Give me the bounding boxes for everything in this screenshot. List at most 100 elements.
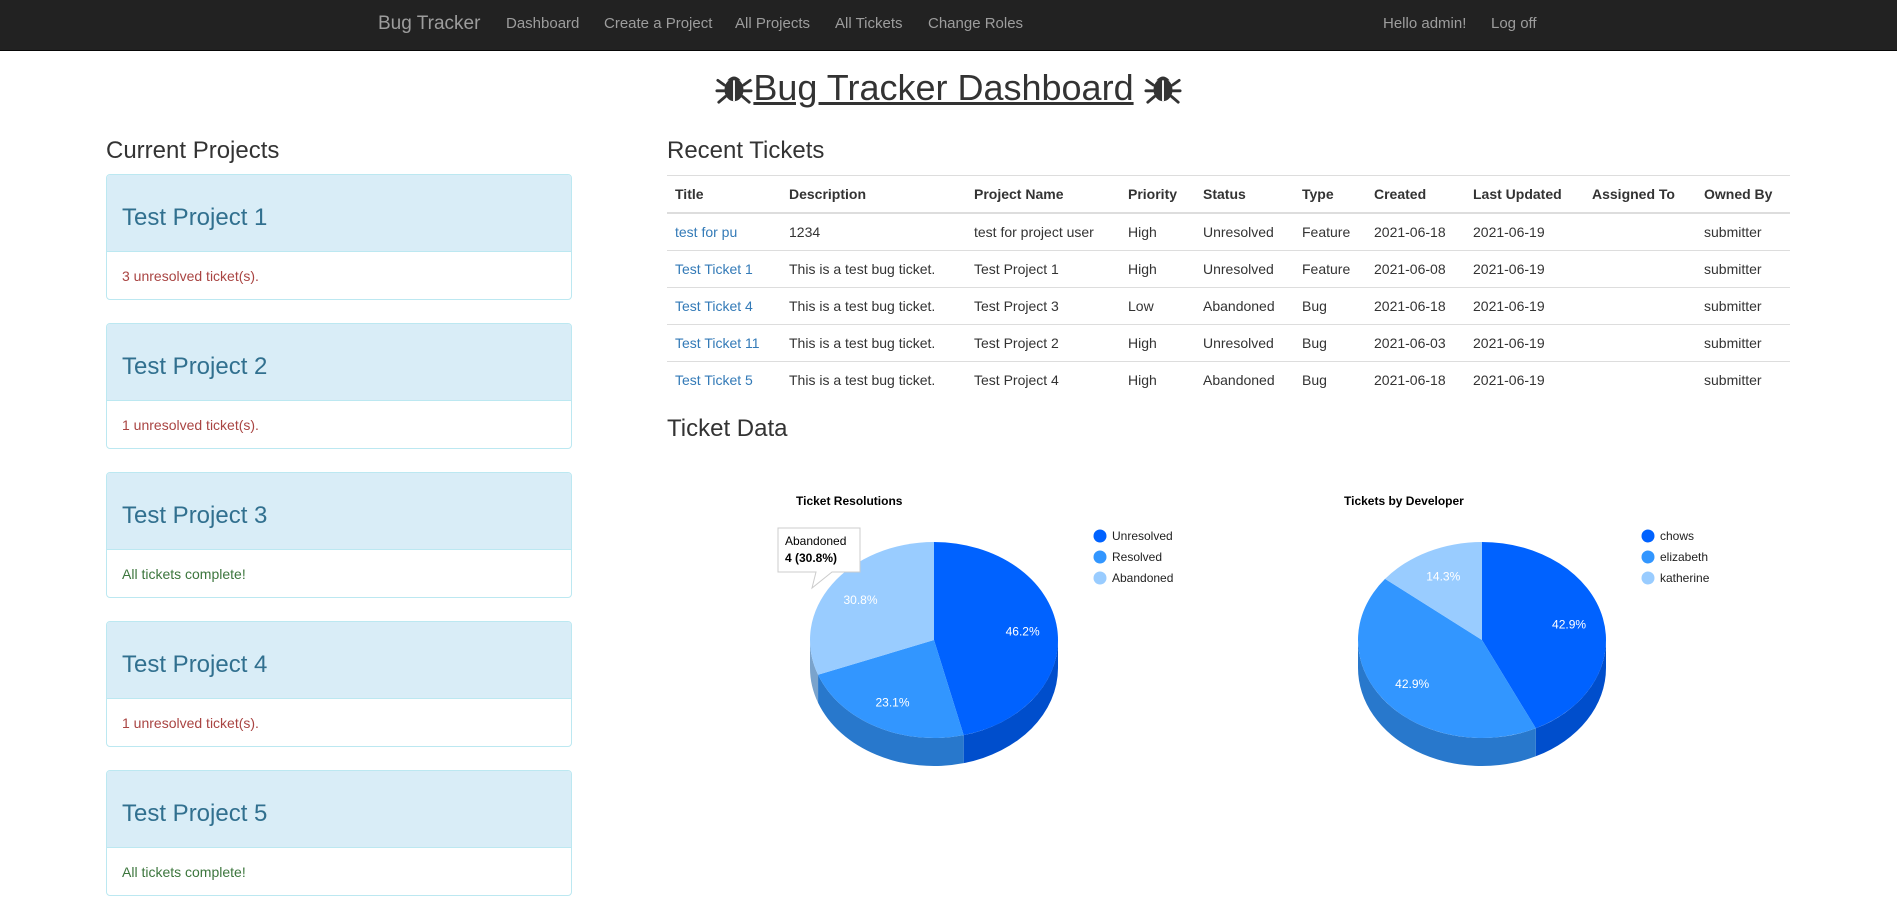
slice-percent-label: 23.1% bbox=[875, 695, 909, 709]
ticket-status: Abandoned bbox=[1203, 372, 1275, 388]
project-name[interactable]: Test Project 5 bbox=[122, 771, 571, 857]
ticket-created: 2021-06-18 bbox=[1374, 372, 1446, 388]
legend-label[interactable]: Abandoned bbox=[1112, 571, 1173, 585]
ticket-created: 2021-06-18 bbox=[1366, 287, 1465, 325]
slice-percent-label: 42.9% bbox=[1552, 617, 1586, 631]
legend-swatch bbox=[1093, 571, 1107, 585]
project-status: All tickets complete! bbox=[122, 864, 246, 880]
ticket-project: Test Project 4 bbox=[974, 372, 1059, 388]
column-header: Description bbox=[781, 175, 966, 214]
ticket-created: 2021-06-08 bbox=[1366, 250, 1465, 288]
project-panel-header: Test Project 3 bbox=[107, 473, 571, 550]
ticket-priority: High bbox=[1128, 372, 1157, 388]
brand-link[interactable]: Bug Tracker bbox=[378, 0, 480, 48]
table-row: Test Ticket 5 This is a test bug ticket.… bbox=[667, 362, 1790, 399]
ticket-data-heading: Ticket Data bbox=[667, 415, 788, 442]
ticket-owner: submitter bbox=[1696, 250, 1790, 288]
tickets-heading: Recent Tickets bbox=[667, 137, 825, 164]
table-row: Test Ticket 11 This is a test bug ticket… bbox=[667, 324, 1790, 362]
ticket-owner: submitter bbox=[1696, 324, 1790, 362]
table-row: test for pu 1234 test for project user H… bbox=[667, 213, 1790, 251]
ticket-title-link[interactable]: Test Ticket 1 bbox=[675, 261, 753, 277]
project-panel[interactable]: Test Project 5 All tickets complete! bbox=[106, 770, 572, 896]
ticket-title-link[interactable]: Test Ticket 4 bbox=[675, 298, 753, 314]
project-panel-header: Test Project 4 bbox=[107, 622, 571, 699]
ticket-status: Abandoned bbox=[1195, 287, 1294, 325]
project-name[interactable]: Test Project 1 bbox=[122, 175, 571, 261]
ticket-assigned bbox=[1584, 362, 1696, 399]
tickets-by-developer-chart: Tickets by Developer 42.9% 42.9% 14.3% chows… bbox=[1322, 480, 1882, 800]
tooltip-value: 4 (30.8%) bbox=[785, 551, 837, 565]
column-header: Project Name bbox=[966, 175, 1120, 214]
ticket-project: Test Project 2 bbox=[966, 324, 1120, 362]
ticket-created: 2021-06-03 bbox=[1366, 324, 1465, 362]
ticket-type: Bug bbox=[1294, 324, 1366, 362]
column-header: Assigned To bbox=[1584, 175, 1696, 214]
bug-icon bbox=[1144, 76, 1182, 104]
project-panel[interactable]: Test Project 2 1 unresolved ticket(s). bbox=[106, 323, 572, 449]
nav-logoff[interactable]: Log off bbox=[1491, 0, 1537, 48]
ticket-priority: High bbox=[1120, 324, 1195, 362]
project-status: 3 unresolved ticket(s). bbox=[122, 268, 259, 284]
navbar: Bug Tracker Dashboard Create a Project A… bbox=[0, 0, 1897, 51]
ticket-owner: submitter bbox=[1696, 287, 1790, 325]
nav-all-tickets[interactable]: All Tickets bbox=[835, 0, 903, 48]
nav-change-roles[interactable]: Change Roles bbox=[928, 0, 1023, 48]
projects-heading: Current Projects bbox=[106, 137, 280, 164]
nav-create-project[interactable]: Create a Project bbox=[604, 0, 712, 48]
project-panel[interactable]: Test Project 3 All tickets complete! bbox=[106, 472, 572, 598]
ticket-updated: 2021-06-19 bbox=[1465, 250, 1584, 288]
ticket-assigned bbox=[1584, 250, 1696, 288]
tooltip-label: Abandoned bbox=[785, 534, 846, 548]
ticket-status: Unresolved bbox=[1195, 250, 1294, 288]
nav-dashboard[interactable]: Dashboard bbox=[506, 0, 579, 48]
chart-title: Ticket Resolutions bbox=[796, 494, 903, 508]
table-row: Test Ticket 4 This is a test bug ticket.… bbox=[667, 287, 1790, 325]
legend-label[interactable]: Resolved bbox=[1112, 550, 1162, 564]
slice-percent-label: 42.9% bbox=[1395, 677, 1429, 691]
ticket-assigned bbox=[1584, 287, 1696, 325]
ticket-updated: 2021-06-19 bbox=[1465, 213, 1584, 251]
project-name[interactable]: Test Project 2 bbox=[122, 324, 571, 410]
column-header: Status bbox=[1195, 175, 1294, 214]
ticket-description: This is a test bug ticket. bbox=[781, 250, 966, 288]
nav-all-projects[interactable]: All Projects bbox=[735, 0, 810, 48]
legend-label[interactable]: Unresolved bbox=[1112, 529, 1173, 543]
ticket-project: Test Project 3 bbox=[966, 287, 1120, 325]
project-name[interactable]: Test Project 3 bbox=[122, 473, 571, 559]
ticket-title-link[interactable]: Test Ticket 5 bbox=[675, 372, 753, 388]
project-name[interactable]: Test Project 4 bbox=[122, 622, 571, 708]
project-panel[interactable]: Test Project 1 3 unresolved ticket(s). bbox=[106, 174, 572, 300]
ticket-status: Unresolved bbox=[1195, 213, 1294, 251]
ticket-title-link[interactable]: Test Ticket 11 bbox=[675, 335, 760, 351]
legend-label[interactable]: elizabeth bbox=[1660, 550, 1708, 564]
ticket-owner: submitter bbox=[1704, 372, 1762, 388]
ticket-resolutions-pie: Ticket Resolutions 46.2% 23.1% 30.8% Unresol… bbox=[777, 494, 1173, 766]
chart-title: Tickets by Developer bbox=[1344, 494, 1464, 508]
legend-swatch bbox=[1641, 550, 1655, 564]
ticket-title-link[interactable]: test for pu bbox=[675, 224, 737, 240]
project-panel-header: Test Project 1 bbox=[107, 175, 571, 252]
legend-swatch bbox=[1093, 550, 1107, 564]
legend-label[interactable]: katherine bbox=[1660, 571, 1710, 585]
legend-swatch bbox=[1093, 529, 1107, 543]
ticket-type: Feature bbox=[1294, 250, 1366, 288]
slice-percent-label: 14.3% bbox=[1426, 569, 1460, 583]
legend-swatch bbox=[1641, 571, 1655, 585]
ticket-status: Unresolved bbox=[1195, 324, 1294, 362]
table-header-row: Title Description Project Name Priority … bbox=[667, 175, 1790, 214]
column-header: Owned By bbox=[1696, 175, 1790, 214]
ticket-type: Bug bbox=[1294, 287, 1366, 325]
project-panel[interactable]: Test Project 4 1 unresolved ticket(s). bbox=[106, 621, 572, 747]
ticket-priority: High bbox=[1120, 213, 1195, 251]
legend-swatch bbox=[1641, 529, 1655, 543]
legend-label[interactable]: chows bbox=[1660, 529, 1694, 543]
ticket-description: 1234 bbox=[781, 213, 966, 251]
nav-greeting[interactable]: Hello admin! bbox=[1383, 0, 1466, 48]
table-row: Test Ticket 1 This is a test bug ticket.… bbox=[667, 250, 1790, 288]
project-status: 1 unresolved ticket(s). bbox=[122, 417, 259, 433]
slice-percent-label: 46.2% bbox=[1006, 624, 1040, 638]
column-header: Created bbox=[1366, 175, 1465, 214]
column-header: Type bbox=[1294, 175, 1366, 214]
ticket-updated: 2021-06-19 bbox=[1473, 372, 1545, 388]
